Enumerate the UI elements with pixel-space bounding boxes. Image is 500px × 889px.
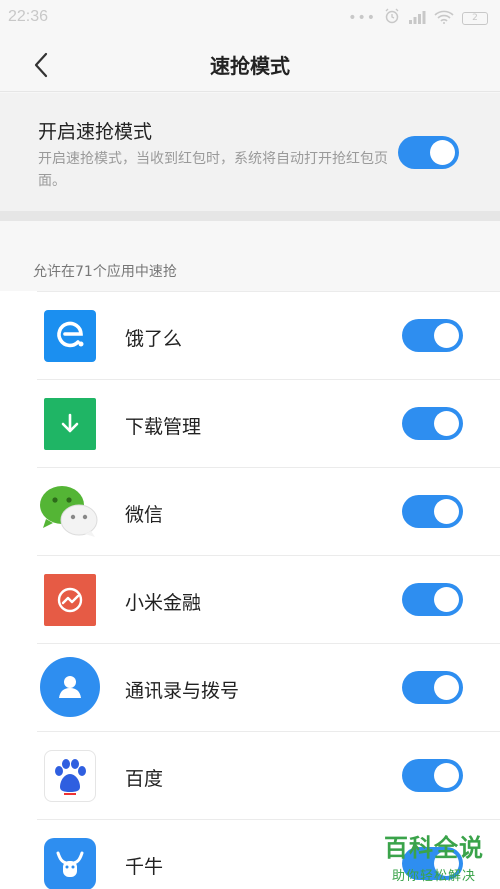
qianniu-icon xyxy=(44,838,96,889)
eleme-icon xyxy=(44,310,96,362)
nav-bar: 速抢模式 xyxy=(0,36,500,92)
status-bar: 22:36 ••• 2 xyxy=(0,0,500,36)
toggle-switch[interactable] xyxy=(402,671,463,704)
row-divider xyxy=(37,643,500,644)
baidu-icon xyxy=(44,750,96,802)
setting-title: 开启速抢模式 xyxy=(38,121,153,143)
watermark-subtitle: 助你轻松解决 xyxy=(391,869,476,884)
status-time: 22:36 xyxy=(8,8,49,25)
app-toggle[interactable] xyxy=(402,495,463,528)
toggle-knob xyxy=(434,763,459,788)
toggle-switch[interactable] xyxy=(402,407,463,440)
app-toggle[interactable] xyxy=(402,583,463,616)
section-divider xyxy=(0,211,500,221)
list-item[interactable]: 饿了么 xyxy=(0,291,500,379)
toggle-knob xyxy=(434,323,459,348)
wechat-icon xyxy=(38,483,100,539)
wifi-icon xyxy=(434,9,454,28)
row-divider xyxy=(37,555,500,556)
page-title: 速抢模式 xyxy=(210,54,290,78)
toggle-switch[interactable] xyxy=(402,495,463,528)
toggle-knob xyxy=(434,499,459,524)
list-item[interactable]: 下载管理 xyxy=(0,379,500,467)
app-list: 饿了么 下载管理 微信 小米金融 通讯录与拨号 百度 千牛 xyxy=(0,291,500,889)
contacts-icon xyxy=(40,657,100,717)
toggle-knob xyxy=(430,140,455,165)
quick-grab-setting: 开启速抢模式 开启速抢模式，当收到红包时，系统将自动打开抢红包页面。 xyxy=(0,93,500,211)
app-name: 通讯录与拨号 xyxy=(125,680,240,702)
toggle-switch[interactable] xyxy=(402,319,463,352)
signal-icon xyxy=(408,9,426,28)
toggle-knob xyxy=(434,675,459,700)
app-name: 千牛 xyxy=(125,856,164,878)
toggle-knob xyxy=(434,587,459,612)
toggle-switch[interactable] xyxy=(398,136,459,169)
list-item[interactable]: 微信 xyxy=(0,467,500,555)
watermark-title: 百科全说 xyxy=(384,834,484,862)
status-icons: ••• 2 xyxy=(348,8,488,28)
list-item[interactable]: 小米金融 xyxy=(0,555,500,643)
app-toggle[interactable] xyxy=(402,671,463,704)
more-dots-icon: ••• xyxy=(348,10,376,26)
quick-grab-toggle[interactable] xyxy=(398,136,459,169)
app-toggle[interactable] xyxy=(402,759,463,792)
app-name: 小米金融 xyxy=(125,592,202,614)
watermark: 百科全说 助你轻松解决 xyxy=(378,828,490,884)
mi-finance-icon xyxy=(44,574,96,626)
toggle-switch[interactable] xyxy=(402,583,463,616)
app-toggle[interactable] xyxy=(402,319,463,352)
section-label: 允许在71个应用中速抢 xyxy=(33,264,177,280)
row-divider xyxy=(37,379,500,380)
toggle-knob xyxy=(434,411,459,436)
row-divider xyxy=(37,291,500,292)
app-name: 微信 xyxy=(125,504,164,526)
row-divider xyxy=(37,819,500,820)
download-icon xyxy=(44,398,96,450)
toggle-switch[interactable] xyxy=(402,759,463,792)
app-name: 饿了么 xyxy=(125,328,183,350)
app-toggle[interactable] xyxy=(402,407,463,440)
battery-icon: 2 xyxy=(462,11,488,25)
row-divider xyxy=(37,467,500,468)
row-divider xyxy=(37,731,500,732)
list-item[interactable]: 通讯录与拨号 xyxy=(0,643,500,731)
alarm-icon xyxy=(384,8,400,28)
app-name: 百度 xyxy=(125,768,164,790)
list-item[interactable]: 百度 xyxy=(0,731,500,819)
app-name: 下载管理 xyxy=(125,416,202,438)
setting-description: 开启速抢模式，当收到红包时，系统将自动打开抢红包页面。 xyxy=(38,151,388,189)
